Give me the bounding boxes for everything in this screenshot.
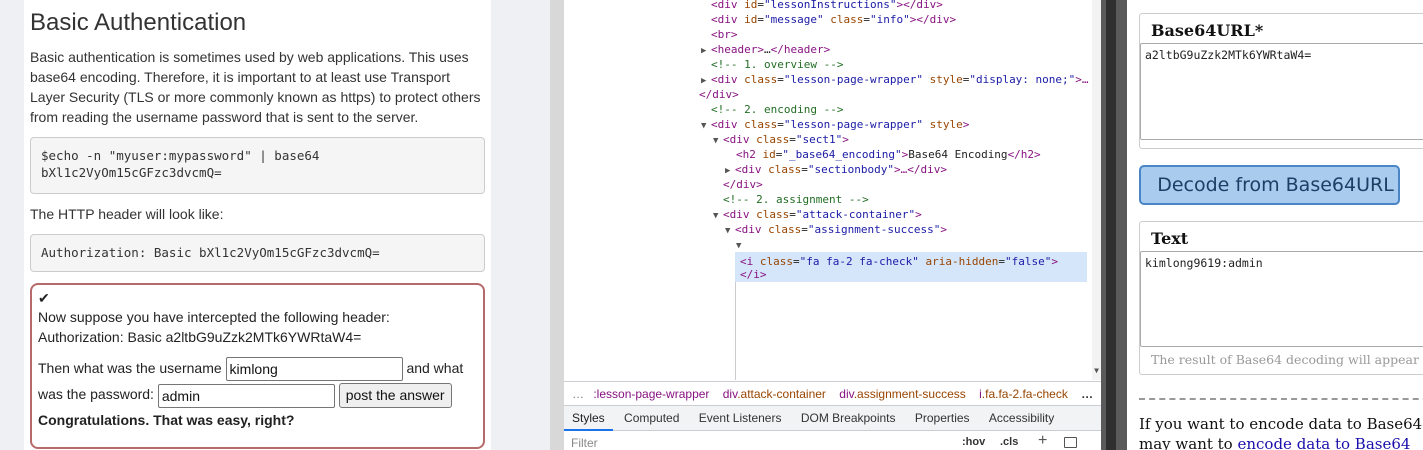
password-prompt: was the password: (38, 386, 154, 403)
styles-tab-bar: Styles Computed Event Listeners DOM Brea… (564, 405, 1101, 431)
pane-divider[interactable] (550, 0, 564, 450)
decode-button[interactable]: Decode from Base64URL (1139, 165, 1400, 205)
header-intro: The HTTP header will look like: (30, 206, 224, 222)
collapse-arrow-icon[interactable]: ▼ (713, 134, 723, 149)
username-input[interactable] (225, 357, 403, 382)
dom-node[interactable]: ▶ <div class="sectionbody">…</div> (725, 162, 947, 177)
footer-line: may want to encode data to Base64 (1139, 434, 1423, 450)
question-line: Now suppose you have intercepted the fol… (38, 309, 390, 325)
password-input[interactable] (157, 383, 335, 408)
breadcrumb-item[interactable]: div.attack-container (723, 387, 826, 401)
hov-toggle[interactable]: :hov (962, 436, 985, 448)
lesson-content: Basic Authentication Basic authenticatio… (24, 0, 491, 450)
dom-node-selected[interactable]: <i class="fa fa-2 fa-check" aria-hidden=… (740, 254, 1058, 269)
base64-input[interactable]: a2ltbG9uZzk2MTk6YWRtaW4= (1140, 43, 1423, 140)
collapse-arrow-icon[interactable]: ▼ (736, 239, 746, 254)
base64-decode-page: Base64URL* a2ltbG9uZzk2MTk6YWRtaW4= Deco… (1127, 0, 1423, 450)
code-line: $echo -n "myuser:mypassword" | base64 (41, 148, 320, 163)
dom-comment[interactable]: <!-- 2. encoding --> (711, 102, 843, 117)
dom-comment[interactable]: <!-- 2. assignment --> (723, 192, 869, 207)
assignment-box: ✔ Now suppose you have intercepted the f… (30, 283, 485, 449)
dom-node[interactable]: ▼ <div class="lesson-page-wrapper" style> (701, 117, 969, 132)
dom-node[interactable]: </div> (699, 87, 739, 102)
dom-node[interactable]: ▶ <div class="lesson-page-wrapper" style=… (701, 72, 1089, 87)
dom-scrollbar[interactable] (1092, 0, 1101, 380)
tab-dom-breakpoints[interactable]: DOM Breakpoints (793, 406, 904, 431)
tab-event-listeners[interactable]: Event Listeners (691, 406, 790, 431)
collapse-arrow-icon[interactable]: ▼ (725, 224, 735, 239)
lesson-title: Basic Authentication (30, 9, 247, 36)
expand-arrow-icon[interactable]: ▶ (701, 44, 711, 59)
code-line: Authorization: Basic bXl1c2VyOm15cGFzc3d… (41, 245, 380, 260)
cls-toggle[interactable]: .cls (1000, 436, 1018, 448)
password-row: was the password: post the answer (38, 381, 477, 409)
breadcrumb-item[interactable]: :lesson-page-wrapper (593, 387, 709, 401)
lesson-intro: Basic authentication is sometimes used b… (30, 49, 481, 125)
output-label: Text (1151, 229, 1189, 248)
dashed-divider (1139, 398, 1423, 400)
toggle-sidebar-icon[interactable] (1064, 437, 1077, 448)
username-row: Then what was the username and what (38, 355, 477, 382)
footer-text: If you want to encode data to Base64 may… (1139, 414, 1423, 450)
check-icon: ✔ (38, 290, 50, 306)
footer-line: If you want to encode data to Base64 (1139, 415, 1423, 433)
code-block-header: Authorization: Basic bXl1c2VyOm15cGFzc3d… (30, 234, 485, 272)
dom-node[interactable]: <div id="message" class="info"></div> (711, 12, 956, 27)
dom-node[interactable]: <h2 id="_base64_encoding">Base64 Encodin… (736, 147, 1041, 162)
breadcrumb-item-selected[interactable]: i.fa.fa-2.fa-check (979, 387, 1068, 401)
question-line: Authorization: Basic a2ltbG9uZzk2MTk6YWR… (38, 329, 362, 345)
scroll-down-arrow-icon[interactable]: ▼ (1092, 366, 1101, 378)
dom-tree[interactable]: <div id="lessonInstructions"></div> <div… (564, 0, 1092, 380)
dom-node[interactable]: <br> (711, 27, 738, 42)
output-hint: The result of Base64 decoding will appea… (1151, 352, 1419, 367)
breadcrumb: … :lesson-page-wrapper div.attack-contai… (564, 381, 1101, 405)
dom-comment[interactable]: <!-- 1. overview --> (711, 57, 843, 72)
lesson-pane: Basic Authentication Basic authenticatio… (0, 0, 550, 450)
dom-node[interactable]: ▼ (736, 237, 746, 252)
breadcrumb-more[interactable]: … (572, 387, 584, 401)
breadcrumb-item[interactable]: div.assignment-success (839, 387, 966, 401)
dom-node[interactable]: </div> (723, 177, 763, 192)
encode-link[interactable]: encode data to Base64 (1237, 435, 1410, 450)
feedback-message: Congratulations. That was easy, right? (38, 412, 295, 429)
devtools-panel: <div id="lessonInstructions"></div> <div… (564, 0, 1101, 450)
code-block-echo: $echo -n "myuser:mypassword" | base64 bX… (30, 137, 485, 194)
collapse-arrow-icon[interactable]: ▼ (701, 119, 711, 134)
collapse-arrow-icon[interactable]: ▼ (713, 209, 723, 224)
code-line: bXl1c2VyOm15cGFzc3dvcmQ= (41, 165, 222, 180)
styles-filter-bar: Filter :hov .cls + (564, 432, 1101, 450)
tab-accessibility[interactable]: Accessibility (981, 406, 1062, 431)
new-rule-icon[interactable]: + (1038, 432, 1047, 450)
post-answer-button[interactable]: post the answer (338, 383, 452, 409)
dom-node[interactable]: ▼ <div class="assignment-success"> (725, 222, 947, 237)
tab-styles[interactable]: Styles (564, 406, 613, 431)
window-divider[interactable] (1101, 0, 1127, 450)
breadcrumb-overflow[interactable]: … (1081, 387, 1093, 401)
username-prompt: Then what was the username (38, 360, 222, 376)
and-what-text: and what (406, 360, 464, 376)
tree-guide-line (735, 282, 736, 380)
filter-input[interactable]: Filter (571, 436, 598, 450)
tab-computed[interactable]: Computed (616, 406, 687, 431)
input-label: Base64URL* (1151, 21, 1264, 40)
tab-properties[interactable]: Properties (907, 406, 978, 431)
dom-node[interactable]: </i> (740, 267, 767, 282)
dom-node[interactable]: ▼ <div class="attack-container"> (713, 207, 922, 222)
dom-node[interactable]: ▼ <div class="sect1"> (713, 132, 849, 147)
dom-node[interactable]: ▶ <header>…</header> (701, 42, 830, 57)
decoded-output[interactable]: kimlong9619:admin (1140, 251, 1423, 347)
dom-node[interactable]: <div id="lessonInstructions"></div> (711, 0, 943, 12)
